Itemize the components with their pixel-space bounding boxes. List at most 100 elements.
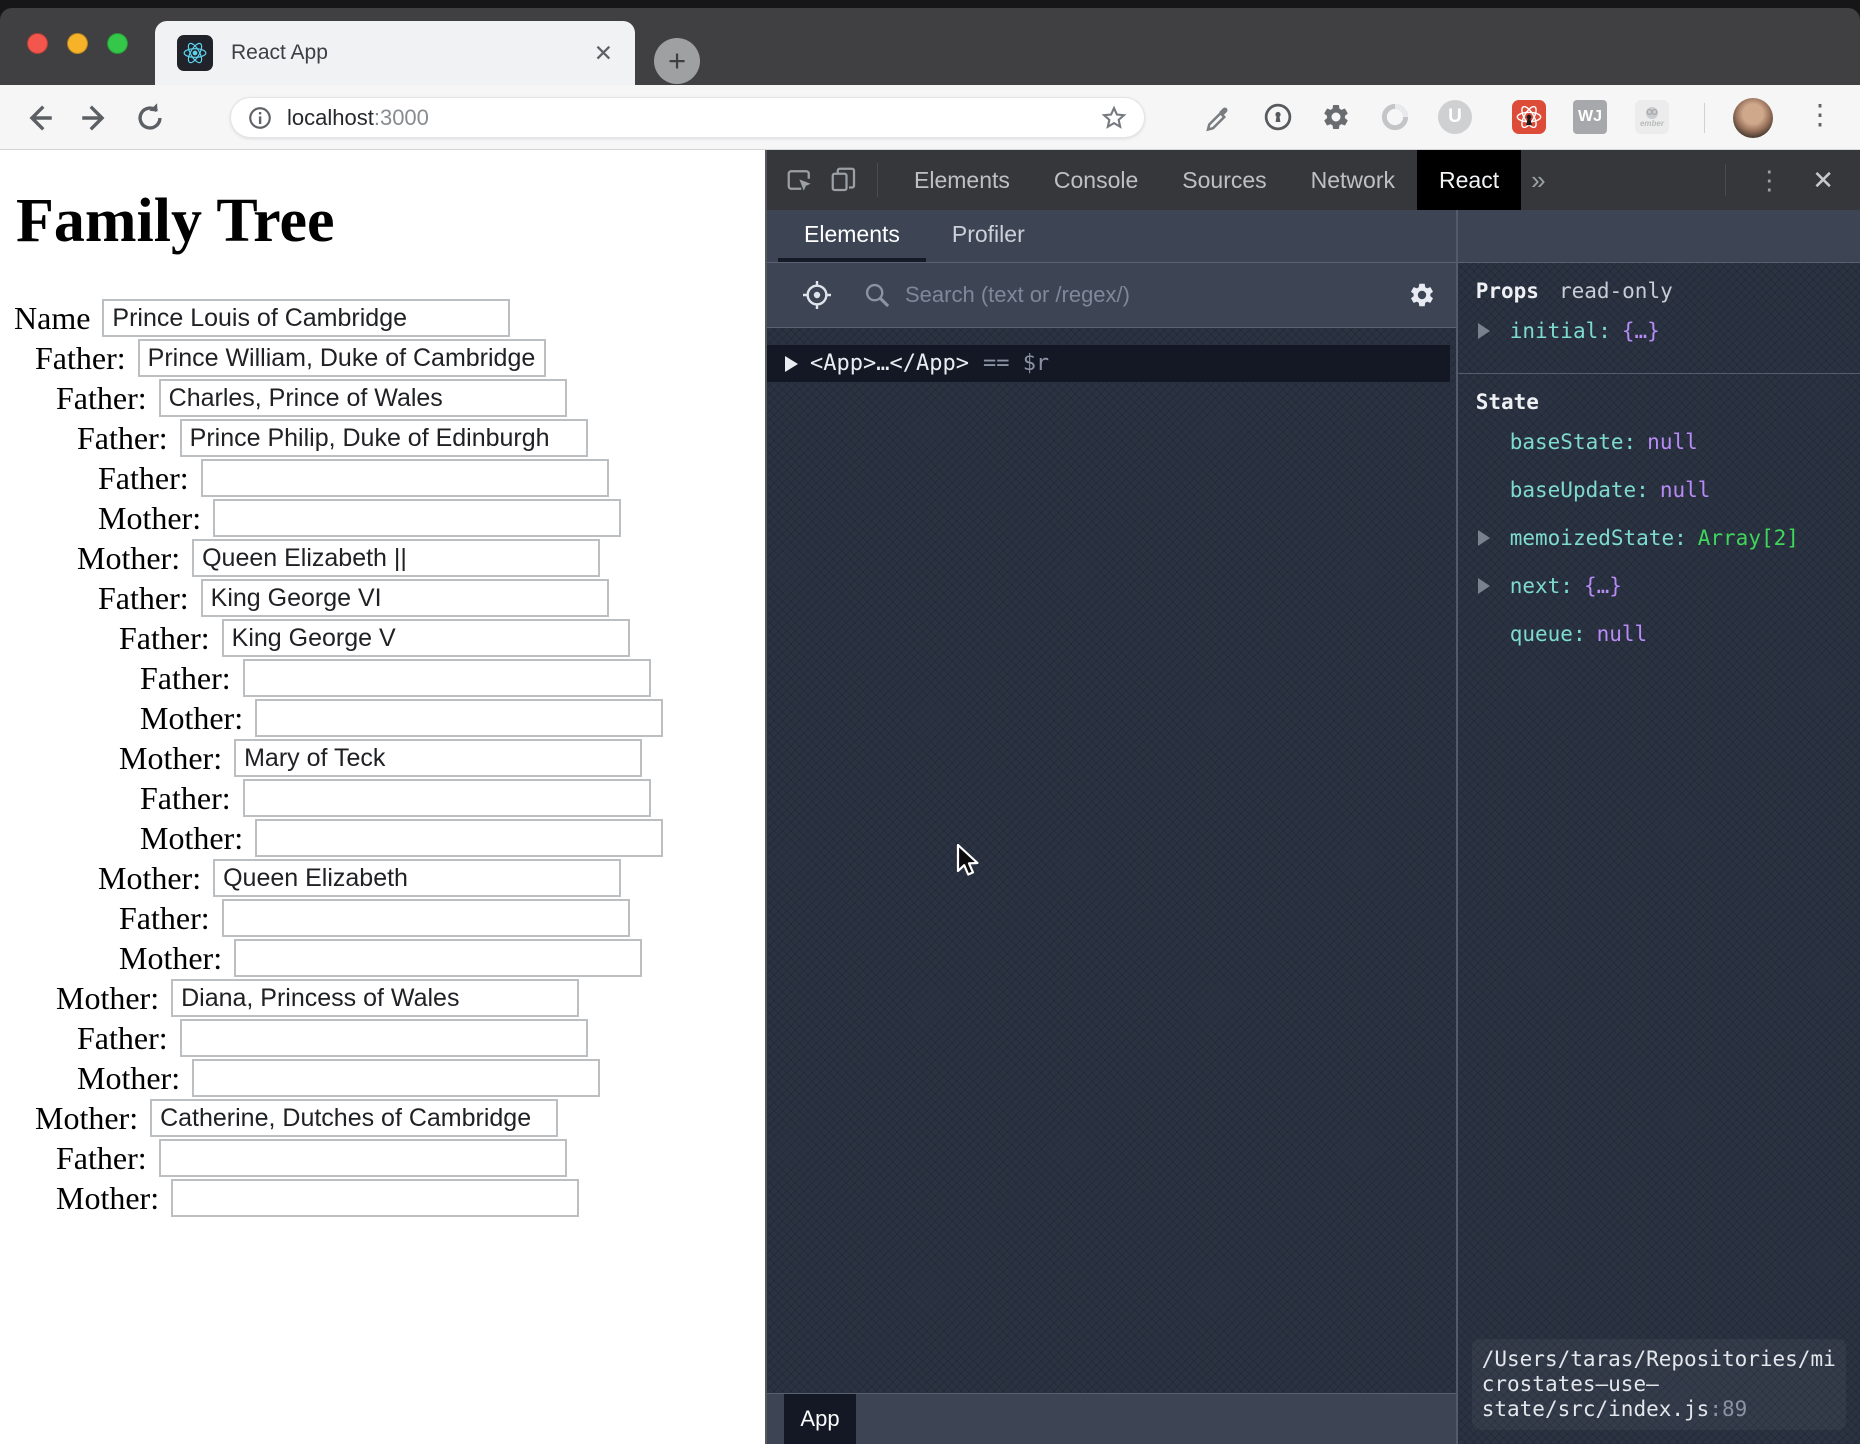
- settings-gear-icon[interactable]: [1408, 281, 1436, 309]
- minimize-window-button[interactable]: [67, 33, 88, 54]
- relation-name-input[interactable]: [102, 299, 510, 337]
- back-button[interactable]: [22, 101, 56, 135]
- password-extension-icon[interactable]: [1260, 99, 1296, 135]
- device-toolbar-icon[interactable]: [829, 165, 859, 195]
- more-tabs-icon[interactable]: »: [1531, 165, 1545, 196]
- expand-triangle-icon[interactable]: [785, 356, 798, 372]
- address-bar[interactable]: localhost:3000: [230, 97, 1145, 138]
- relation-label: Name: [14, 300, 90, 337]
- expand-triangle-icon[interactable]: [1478, 323, 1490, 339]
- ember-extension-icon[interactable]: ember: [1634, 99, 1670, 135]
- devtools-tab[interactable]: Elements: [892, 150, 1032, 210]
- relation-label: Father:: [98, 460, 189, 497]
- devtools-tab[interactable]: React: [1417, 150, 1521, 210]
- react-devtools-tab[interactable]: Elements: [778, 211, 926, 262]
- relation-name-input[interactable]: [171, 979, 579, 1017]
- relation-name-input[interactable]: [150, 1099, 558, 1137]
- state-value: Array[2]: [1698, 526, 1799, 550]
- relation-name-input[interactable]: [201, 459, 609, 497]
- relation-name-input[interactable]: [255, 819, 663, 857]
- relation-label: Mother:: [35, 1100, 138, 1137]
- state-item[interactable]: baseState: null: [1458, 422, 1860, 462]
- browser-tab[interactable]: React App ✕: [155, 21, 635, 85]
- relation-name-input[interactable]: [201, 579, 609, 617]
- browser-titlebar: React App ✕ +: [0, 8, 1860, 85]
- props-header: Propsread-only: [1458, 279, 1860, 303]
- relation-name-input[interactable]: [213, 859, 621, 897]
- profile-avatar[interactable]: [1733, 98, 1773, 138]
- family-tree-row: Mother:: [0, 1099, 765, 1137]
- react-component-tree[interactable]: <App>…</App> == $r: [767, 328, 1456, 1393]
- relation-name-input[interactable]: [192, 1059, 600, 1097]
- bookmark-star-icon[interactable]: [1100, 104, 1128, 132]
- family-tree-row: Father:: [0, 1139, 765, 1177]
- browser-menu-icon[interactable]: ⋮: [1806, 98, 1834, 131]
- relation-name-input[interactable]: [243, 779, 651, 817]
- site-info-icon[interactable]: [247, 105, 273, 131]
- source-line-number: :89: [1709, 1397, 1747, 1421]
- react-devtools-tab[interactable]: Profiler: [926, 211, 1051, 262]
- react-devtools-tabstrip: ElementsProfiler: [767, 210, 1456, 263]
- devtools-panel: ElementsConsoleSourcesNetworkReact » ⋮ ✕…: [765, 150, 1860, 1444]
- relation-name-input[interactable]: [180, 419, 588, 457]
- relation-label: Father:: [119, 620, 210, 657]
- relation-name-input[interactable]: [192, 539, 600, 577]
- u-extension-icon[interactable]: U: [1437, 99, 1473, 135]
- close-window-button[interactable]: [27, 33, 48, 54]
- new-tab-button[interactable]: +: [654, 38, 700, 84]
- expand-triangle-icon[interactable]: [1478, 578, 1490, 594]
- devtools-close-icon[interactable]: ✕: [1812, 165, 1834, 196]
- swirl-extension-icon[interactable]: [1377, 99, 1413, 135]
- breadcrumb-app[interactable]: App: [784, 1394, 856, 1444]
- relation-label: Mother:: [140, 700, 243, 737]
- family-tree-row: Father:: [0, 379, 765, 417]
- select-element-icon[interactable]: [801, 279, 833, 311]
- devtools-menu-icon[interactable]: ⋮: [1756, 165, 1782, 196]
- gear-extension-icon[interactable]: [1318, 99, 1354, 135]
- relation-name-input[interactable]: [180, 1019, 588, 1057]
- family-tree-row: Mother:: [0, 1179, 765, 1217]
- prop-value: {…}: [1622, 319, 1660, 343]
- relation-label: Mother:: [77, 540, 180, 577]
- react-inspector-sidebar: Propsread-only initial: {…} State baseSt…: [1456, 210, 1860, 1444]
- relation-name-input[interactable]: [234, 939, 642, 977]
- selected-component-row[interactable]: <App>…</App> == $r: [767, 345, 1450, 382]
- relation-label: Mother:: [77, 1060, 180, 1097]
- devtools-tab[interactable]: Console: [1032, 150, 1160, 210]
- relation-name-input[interactable]: [243, 659, 651, 697]
- react-search-row: [767, 263, 1456, 328]
- react-favicon-icon: [177, 35, 213, 71]
- state-item[interactable]: queue: null: [1458, 614, 1860, 654]
- zoom-window-button[interactable]: [107, 33, 128, 54]
- component-source-path[interactable]: /Users/taras/Repositories/mi crostates–u…: [1472, 1339, 1846, 1430]
- relation-name-input[interactable]: [234, 739, 642, 777]
- relation-name-input[interactable]: [255, 699, 663, 737]
- forward-button[interactable]: [78, 101, 112, 135]
- react-devtools-extension-icon[interactable]: [1511, 99, 1547, 135]
- devtools-tab[interactable]: Sources: [1160, 150, 1288, 210]
- relation-name-input[interactable]: [159, 379, 567, 417]
- state-item[interactable]: baseUpdate: null: [1458, 470, 1860, 510]
- inspect-element-icon[interactable]: [785, 165, 815, 195]
- props-item[interactable]: initial: {…}: [1458, 311, 1860, 351]
- family-tree-row: Mother:: [0, 699, 765, 737]
- relation-name-input[interactable]: [159, 1139, 567, 1177]
- reload-button[interactable]: [133, 101, 167, 135]
- search-input[interactable]: [905, 282, 1394, 308]
- tab-close-icon[interactable]: ✕: [594, 42, 613, 65]
- relation-name-input[interactable]: [213, 499, 621, 537]
- eyedropper-extension-icon[interactable]: [1200, 99, 1236, 135]
- topbar-separator: [877, 163, 878, 197]
- relation-name-input[interactable]: [138, 339, 546, 377]
- devtools-tab[interactable]: Network: [1289, 150, 1417, 210]
- relation-label: Mother:: [119, 740, 222, 777]
- state-item[interactable]: memoizedState: Array[2]: [1458, 518, 1860, 558]
- relation-name-input[interactable]: [222, 619, 630, 657]
- wj-extension-icon[interactable]: WJ: [1572, 99, 1608, 135]
- family-tree-row: Mother:: [0, 819, 765, 857]
- relation-name-input[interactable]: [222, 899, 630, 937]
- component-tag: <App>…</App>: [810, 351, 969, 376]
- state-item[interactable]: next: {…}: [1458, 566, 1860, 606]
- expand-triangle-icon[interactable]: [1478, 530, 1490, 546]
- relation-name-input[interactable]: [171, 1179, 579, 1217]
